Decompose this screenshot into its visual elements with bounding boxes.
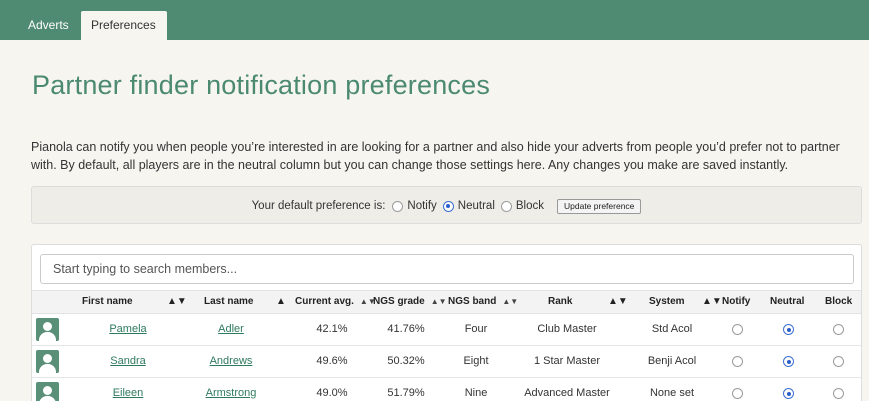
first-name-cell[interactable]: Eileen — [98, 378, 158, 401]
last-name-cell[interactable]: Adler — [198, 314, 264, 345]
first-name-link[interactable]: Eileen — [113, 387, 144, 399]
system-cell: Std Acol — [651, 323, 693, 335]
default-pref-block-label: Block — [515, 200, 544, 212]
default-pref-block-radio[interactable] — [500, 200, 512, 212]
table-row: Eileen Armstrong 49.0% 51.79% Nine Advan… — [32, 378, 861, 401]
default-pref-notify-label: Notify — [407, 200, 437, 212]
rank-cell: Club Master — [537, 323, 597, 335]
last-name-cell[interactable]: Armstrong — [198, 378, 264, 401]
sort-ascending-icon[interactable]: ▲ — [276, 291, 286, 313]
first-name-link[interactable]: Pamela — [109, 323, 146, 335]
notify-radio[interactable] — [732, 324, 743, 335]
default-preference-panel: Your default preference is: Notify Neutr… — [31, 186, 862, 224]
first-name-link[interactable]: Sandra — [110, 355, 145, 367]
last-name-cell[interactable]: Andrews — [198, 346, 264, 377]
ngs-band-cell: Four — [464, 323, 488, 335]
update-preference-button[interactable]: Update preference — [557, 198, 642, 214]
default-preference-label: Your default preference is: — [251, 200, 386, 212]
rank-cell: 1 Star Master — [533, 355, 601, 367]
col-last-name[interactable]: Last name — [204, 291, 253, 313]
ngs-grade-cell: 51.79% — [387, 387, 425, 399]
col-ngs-band[interactable]: NGS band ▲▼ — [448, 291, 518, 313]
current-avg-cell: 42.1% — [316, 323, 348, 335]
ngs-grade-cell: 50.32% — [387, 355, 425, 367]
neutral-radio[interactable] — [783, 388, 794, 399]
neutral-radio[interactable] — [783, 324, 794, 335]
tab-adverts[interactable]: Adverts — [16, 11, 80, 40]
col-current-avg[interactable]: Current avg. ▲▼ — [295, 291, 376, 313]
sort-icon[interactable]: ▲▼ — [502, 297, 518, 306]
default-pref-block-option[interactable]: Block — [500, 200, 544, 212]
first-name-cell[interactable]: Pamela — [98, 314, 158, 345]
col-first-name[interactable]: First name — [82, 291, 133, 313]
sort-icon[interactable]: ▲▼ — [608, 291, 628, 313]
notify-radio[interactable] — [732, 356, 743, 367]
col-notify: Notify — [722, 296, 751, 307]
table-row: Pamela Adler 42.1% 41.76% Four Club Mast… — [32, 314, 861, 346]
col-ngs-grade[interactable]: NGS grade ▲▼ — [373, 291, 447, 313]
block-radio[interactable] — [833, 356, 844, 367]
default-pref-neutral-option[interactable]: Neutral — [442, 200, 495, 212]
table-row: Sandra Andrews 49.6% 50.32% Eight 1 Star… — [32, 346, 861, 378]
members-panel: First name ▲▼ Last name ▲ Current avg.▲▼… — [31, 244, 862, 401]
sort-icon[interactable]: ▲▼ — [167, 291, 187, 313]
table-header: First name ▲▼ Last name ▲ Current avg. ▲▼… — [32, 290, 861, 314]
current-avg-cell: 49.6% — [316, 355, 348, 367]
block-radio[interactable] — [833, 388, 844, 399]
avatar — [36, 382, 59, 401]
col-rank[interactable]: Rank — [548, 291, 572, 313]
default-pref-neutral-label: Neutral — [457, 200, 495, 212]
system-cell: Benji Acol — [647, 355, 697, 367]
system-cell: None set — [649, 387, 695, 399]
default-pref-neutral-radio[interactable] — [442, 200, 454, 212]
sort-icon[interactable]: ▲▼ — [702, 291, 722, 313]
current-avg-cell: 49.0% — [316, 387, 348, 399]
col-neutral: Neutral — [770, 296, 805, 307]
default-pref-notify-radio[interactable] — [392, 200, 404, 212]
notify-radio[interactable] — [732, 388, 743, 399]
last-name-link[interactable]: Adler — [218, 323, 244, 335]
top-nav-bar: Adverts Preferences — [0, 0, 869, 40]
page-title: Partner finder notification preferences — [32, 70, 491, 100]
tab-preferences[interactable]: Preferences — [81, 11, 167, 40]
intro-text: Pianola can notify you when people you’r… — [31, 140, 840, 172]
avatar — [36, 350, 59, 373]
default-pref-notify-option[interactable]: Notify — [392, 200, 437, 212]
col-system[interactable]: System — [649, 291, 685, 313]
avatar — [36, 318, 59, 341]
neutral-radio[interactable] — [783, 356, 794, 367]
member-search-input[interactable] — [40, 254, 854, 284]
ngs-band-cell: Nine — [464, 387, 488, 399]
ngs-band-cell: Eight — [463, 355, 489, 367]
sort-icon[interactable]: ▲▼ — [431, 297, 447, 306]
last-name-link[interactable]: Armstrong — [206, 387, 257, 399]
col-block: Block — [825, 296, 853, 307]
first-name-cell[interactable]: Sandra — [98, 346, 158, 377]
block-radio[interactable] — [833, 324, 844, 335]
ngs-grade-cell: 41.76% — [387, 323, 425, 335]
last-name-link[interactable]: Andrews — [210, 355, 253, 367]
rank-cell: Advanced Master — [524, 387, 610, 399]
